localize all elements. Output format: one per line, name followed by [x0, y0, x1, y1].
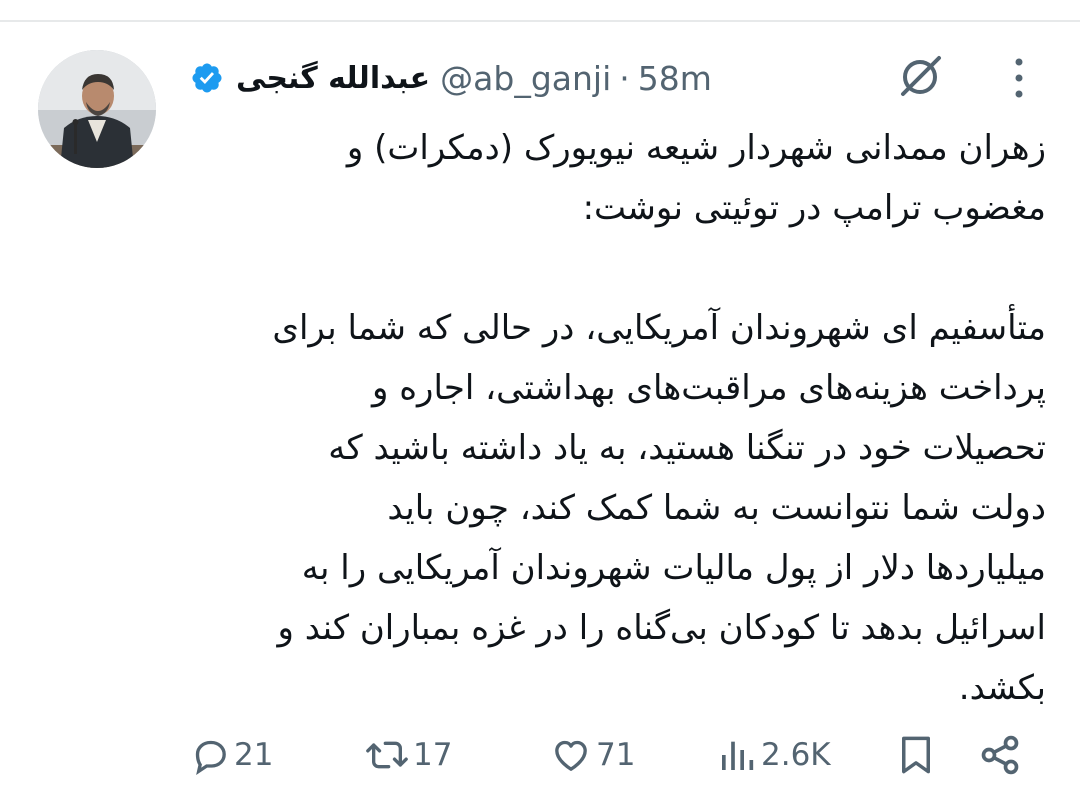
repost-button[interactable]: 17 — [365, 725, 452, 785]
repost-count: 17 — [413, 737, 453, 773]
like-button[interactable]: 71 — [550, 725, 635, 785]
action-bar: 21 17 71 2.6K — [0, 725, 1080, 785]
tweet-text-line: مغضوب ترامپ در توئیتی نوشت: — [582, 188, 1046, 228]
tweet-text-line: پرداخت هزینه‌های مراقبت‌های بهداشتی، اجا… — [372, 368, 1046, 408]
views-icon — [722, 741, 754, 770]
author-display-name[interactable]: عبدالله گنجی — [236, 61, 430, 96]
tweet-text-line: اسرائیل بدهد تا کودکان بی‌گناه را در غزه… — [277, 608, 1047, 648]
tweet-text: زهران ممدانی شهردار شیعه نیویورک (دمکرات… — [176, 118, 1046, 718]
tweet-text-line: دولت شما نتوانست به شما کمک کند، چون بای… — [387, 488, 1046, 528]
share-icon — [981, 735, 1019, 775]
grok-icon[interactable] — [893, 52, 949, 100]
top-divider — [0, 20, 1080, 22]
reply-button[interactable]: 21 — [190, 725, 273, 785]
tweet-text-line: زهران ممدانی شهردار شیعه نیویورک (دمکرات… — [346, 128, 1046, 168]
views-button[interactable]: 2.6K — [717, 725, 831, 785]
share-button[interactable] — [978, 725, 1022, 785]
tweet-header: عبدالله گنجی @ab_ganji · 58m — [190, 50, 840, 106]
repost-icon — [366, 741, 408, 769]
avatar[interactable] — [38, 50, 156, 168]
more-options-icon[interactable] — [1004, 56, 1034, 100]
bookmark-button[interactable] — [898, 725, 934, 785]
reply-count: 21 — [234, 737, 274, 773]
reply-icon — [195, 740, 226, 775]
tweet-timestamp[interactable]: 58m — [638, 59, 712, 98]
tweet-text-line: میلیاردها دلار از پول مالیات شهروندان آم… — [301, 548, 1046, 588]
views-count: 2.6K — [761, 737, 831, 773]
like-count: 71 — [596, 737, 636, 773]
tweet-text-line: متأسفیم ای شهروندان آمریکایی، در حالی که… — [272, 308, 1046, 348]
like-icon — [555, 740, 587, 771]
verified-badge-icon — [192, 63, 222, 93]
author-handle[interactable]: @ab_ganji — [440, 59, 611, 98]
tweet-text-line: بکشد. — [958, 668, 1046, 708]
tweet-text-line: تحصیلات خود در تنگنا هستید، به یاد داشته… — [328, 428, 1046, 468]
header-separator: · — [619, 58, 630, 98]
bookmark-icon — [902, 736, 930, 774]
